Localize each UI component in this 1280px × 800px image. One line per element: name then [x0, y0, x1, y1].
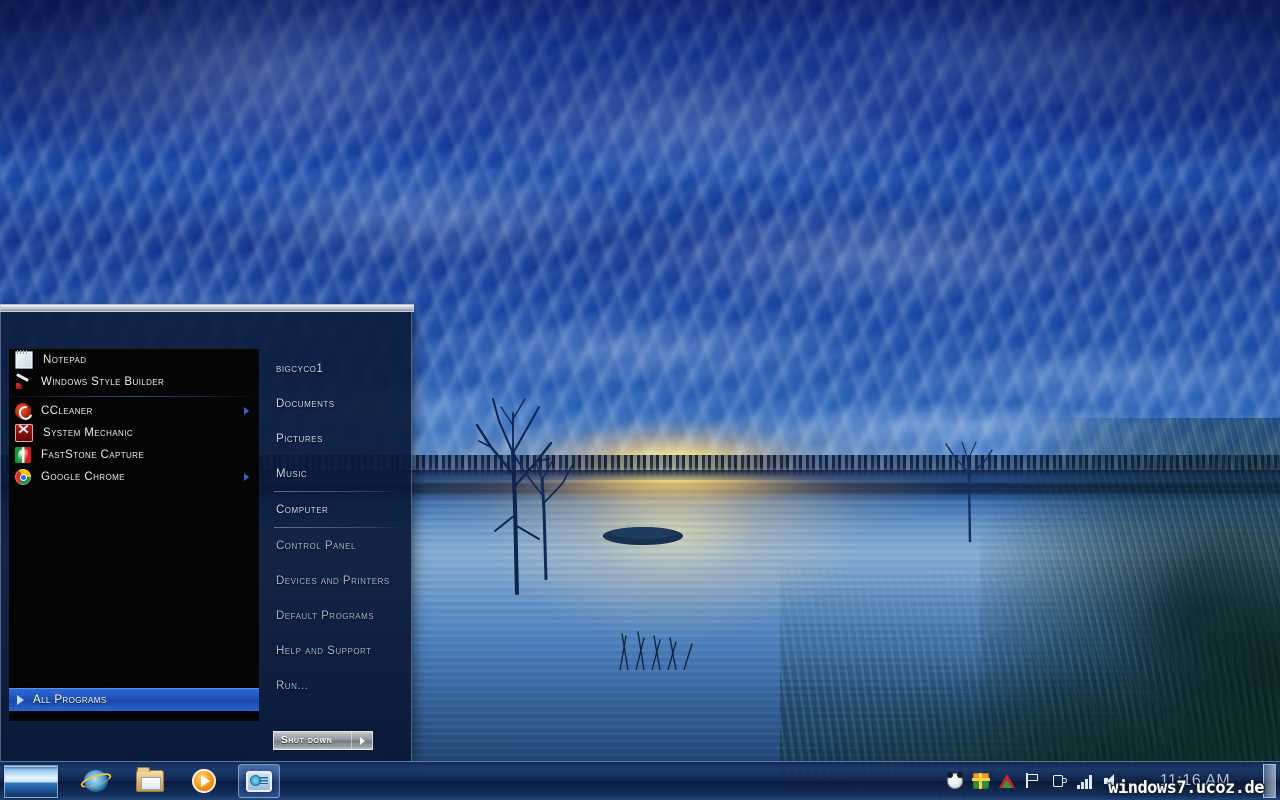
start-menu-top-border	[0, 304, 414, 312]
start-menu[interactable]: Notepad Windows Style Builder CCleaner S…	[0, 304, 414, 763]
start-menu-place-pictures[interactable]: Pictures	[263, 421, 405, 456]
all-programs-label: All Programs	[33, 694, 107, 706]
start-menu-item-system-mechanic[interactable]: System Mechanic	[9, 422, 259, 444]
system-mechanic-icon	[15, 424, 33, 442]
ccleaner-icon	[15, 403, 31, 419]
remote-desktop-icon	[246, 770, 272, 792]
start-menu-item-google-chrome[interactable]: Google Chrome	[9, 466, 259, 488]
taskbar-button-windows-explorer[interactable]	[130, 765, 170, 797]
start-menu-place-run[interactable]: Run...	[263, 668, 405, 703]
start-menu-item-faststone-capture[interactable]: FastStone Capture	[9, 444, 259, 466]
start-menu-place-computer[interactable]: Computer	[263, 492, 405, 527]
start-menu-place-documents[interactable]: Documents	[263, 386, 405, 421]
start-menu-place-help-and-support[interactable]: Help and Support	[263, 633, 405, 668]
start-menu-item-notepad[interactable]: Notepad	[9, 349, 259, 371]
start-menu-place-music[interactable]: Music	[263, 456, 405, 491]
start-menu-item-label: FastStone Capture	[41, 449, 145, 461]
start-menu-places-panel[interactable]: bigcyco1 Documents Pictures Music Comput…	[263, 351, 405, 723]
taskbar-button-internet-explorer[interactable]	[76, 765, 116, 797]
start-menu-item-label: CCleaner	[41, 405, 93, 417]
show-desktop-button[interactable]	[1263, 764, 1276, 798]
flag-icon[interactable]	[1025, 773, 1041, 789]
notepad-icon	[15, 350, 33, 369]
right-triangle-icon	[17, 695, 24, 705]
submenu-arrow-icon	[244, 407, 249, 415]
start-menu-programs-panel[interactable]: Notepad Windows Style Builder CCleaner S…	[9, 348, 259, 721]
red-triangle-icon[interactable]	[999, 774, 1015, 788]
start-menu-item-label: System Mechanic	[43, 427, 134, 439]
shut-down-options-button[interactable]	[351, 732, 372, 749]
right-triangle-icon	[359, 736, 365, 745]
start-menu-item-label: Notepad	[43, 354, 87, 366]
internet-explorer-icon	[84, 770, 108, 792]
start-menu-place-user[interactable]: bigcyco1	[263, 351, 405, 386]
signal-bars-icon[interactable]	[1077, 773, 1093, 789]
windows-style-builder-icon	[15, 374, 31, 390]
desktop[interactable]: Notepad Windows Style Builder CCleaner S…	[0, 0, 1280, 800]
taskbar-button-windows-media-player[interactable]	[184, 765, 224, 797]
start-button[interactable]	[4, 764, 58, 798]
taskbar-quick-launch[interactable]	[76, 764, 280, 798]
sky-vignette	[0, 0, 1280, 300]
windows-media-player-icon	[192, 769, 216, 793]
submenu-arrow-icon	[244, 473, 249, 481]
start-menu-item-ccleaner[interactable]: CCleaner	[9, 400, 259, 422]
all-programs-button[interactable]: All Programs	[9, 688, 259, 711]
panda-antivirus-icon[interactable]	[947, 772, 963, 789]
google-chrome-icon	[15, 469, 31, 485]
start-menu-place-devices-and-printers[interactable]: Devices and Printers	[263, 563, 405, 598]
taskbar[interactable]: 11:16 AM	[0, 761, 1280, 800]
shut-down-button[interactable]: Shut down	[273, 731, 373, 750]
start-menu-place-control-panel[interactable]: Control Panel	[263, 528, 405, 563]
start-menu-item-label: Google Chrome	[41, 471, 125, 483]
faststone-capture-icon	[15, 447, 31, 463]
site-watermark: windows7.ucoz.de	[1108, 778, 1264, 798]
start-menu-place-default-programs[interactable]: Default Programs	[263, 598, 405, 633]
windows-explorer-icon	[136, 767, 164, 792]
taskbar-button-remote-desktop[interactable]	[238, 764, 280, 798]
start-menu-item-label: Windows Style Builder	[41, 376, 165, 388]
shut-down-label: Shut down	[281, 735, 333, 746]
gift-box-icon[interactable]	[972, 773, 990, 789]
plug-icon[interactable]	[1051, 773, 1067, 789]
start-menu-item-windows-style-builder[interactable]: Windows Style Builder	[9, 371, 259, 393]
start-menu-separator	[11, 396, 255, 397]
